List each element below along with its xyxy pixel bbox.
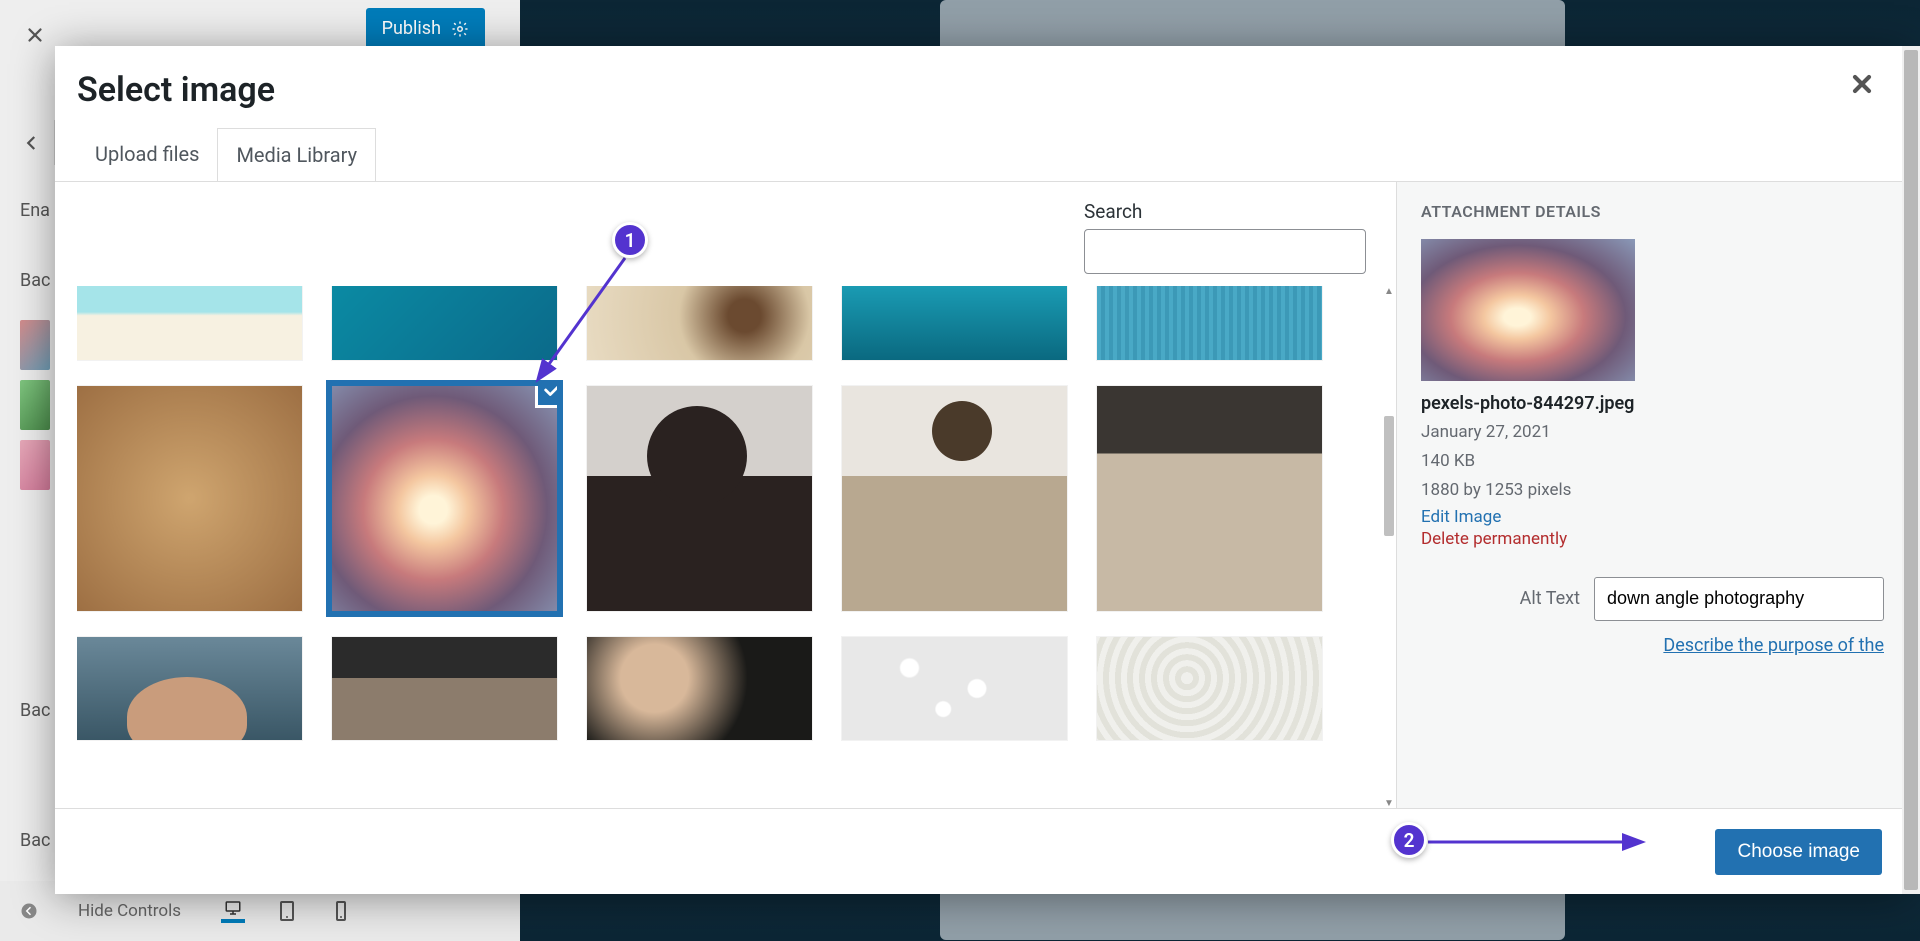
attachment-details-panel: ATTACHMENT DETAILS pexels-photo-844297.j…: [1396, 182, 1908, 808]
scroll-up-icon[interactable]: ▲: [1384, 286, 1394, 296]
media-item[interactable]: [1097, 637, 1322, 740]
select-image-modal: Select image Upload files Media Library …: [55, 46, 1908, 894]
scroll-down-icon[interactable]: ▼: [1384, 798, 1394, 808]
edit-image-link[interactable]: Edit Image: [1421, 507, 1884, 527]
media-item[interactable]: [77, 386, 302, 611]
scroll-thumb[interactable]: [1904, 50, 1918, 890]
media-grid-scroll[interactable]: ▲ ▼: [77, 286, 1396, 808]
media-item[interactable]: [842, 637, 1067, 740]
desktop-icon[interactable]: [221, 899, 245, 923]
back-button[interactable]: [10, 120, 55, 165]
attachment-filename: pexels-photo-844297.jpeg: [1421, 393, 1884, 414]
tablet-icon[interactable]: [275, 899, 299, 923]
media-item[interactable]: [587, 286, 812, 360]
gear-icon: [451, 20, 469, 38]
scroll-thumb[interactable]: [1384, 416, 1394, 536]
page-scrollbar[interactable]: [1902, 46, 1920, 894]
delete-permanently-link[interactable]: Delete permanently: [1421, 529, 1884, 549]
search-input[interactable]: [1084, 229, 1366, 274]
tab-media-library[interactable]: Media Library: [217, 128, 376, 182]
chevron-left-icon: [20, 902, 38, 920]
close-icon: [24, 24, 46, 46]
attachment-details-heading: ATTACHMENT DETAILS: [1421, 202, 1884, 221]
media-item[interactable]: [1097, 386, 1322, 611]
section-label: Ena: [20, 200, 50, 221]
media-item[interactable]: [332, 286, 557, 360]
hide-controls-button[interactable]: Hide Controls: [78, 901, 181, 921]
bg-thumb[interactable]: [20, 320, 50, 370]
media-item[interactable]: [77, 637, 302, 740]
attachment-preview-thumb: [1421, 239, 1635, 381]
selected-check-badge[interactable]: [535, 386, 557, 408]
close-icon: [1848, 70, 1876, 98]
alt-text-input[interactable]: [1594, 577, 1884, 621]
grid-scrollbar[interactable]: ▲ ▼: [1382, 286, 1396, 808]
mobile-icon[interactable]: [329, 899, 353, 923]
modal-header: Select image: [55, 46, 1908, 110]
chevron-left-icon: [23, 134, 41, 152]
attachment-size: 140 KB: [1421, 447, 1884, 476]
publish-button[interactable]: Publish: [366, 8, 485, 49]
publish-label: Publish: [382, 18, 441, 39]
section-label: Bac: [20, 830, 50, 851]
modal-tabs: Upload files Media Library: [77, 128, 1908, 181]
media-item[interactable]: [587, 386, 812, 611]
attachment-date: January 27, 2021: [1421, 418, 1884, 447]
media-item-selected[interactable]: [332, 386, 557, 611]
section-label: Bac: [20, 700, 50, 721]
annotation-marker-2: 2: [1391, 822, 1427, 858]
bg-thumb[interactable]: [20, 440, 50, 490]
choose-image-button[interactable]: Choose image: [1715, 829, 1882, 875]
media-item[interactable]: [77, 286, 302, 360]
search-label: Search: [1084, 200, 1366, 223]
modal-body: Search: [55, 182, 1908, 808]
background-thumbnails: [20, 320, 50, 490]
media-item[interactable]: [1097, 286, 1322, 360]
alt-text-label: Alt Text: [1520, 588, 1580, 609]
close-customizer-button[interactable]: [10, 10, 60, 60]
media-item[interactable]: [587, 637, 812, 740]
tab-upload-files[interactable]: Upload files: [77, 128, 217, 181]
annotation-marker-1: 1: [612, 222, 648, 258]
describe-purpose-link[interactable]: Describe the purpose of the: [1421, 635, 1884, 656]
media-grid-area: Search: [55, 182, 1396, 808]
media-item[interactable]: [842, 386, 1067, 611]
attachment-dimensions: 1880 by 1253 pixels: [1421, 476, 1884, 505]
media-item[interactable]: [332, 637, 557, 740]
modal-footer: Choose image: [55, 808, 1908, 894]
bg-thumb[interactable]: [20, 380, 50, 430]
modal-title: Select image: [77, 70, 275, 110]
media-item[interactable]: [842, 286, 1067, 360]
close-modal-button[interactable]: [1848, 70, 1876, 98]
section-label: Bac: [20, 270, 50, 291]
check-icon: [542, 386, 557, 401]
media-grid: [77, 286, 1396, 740]
